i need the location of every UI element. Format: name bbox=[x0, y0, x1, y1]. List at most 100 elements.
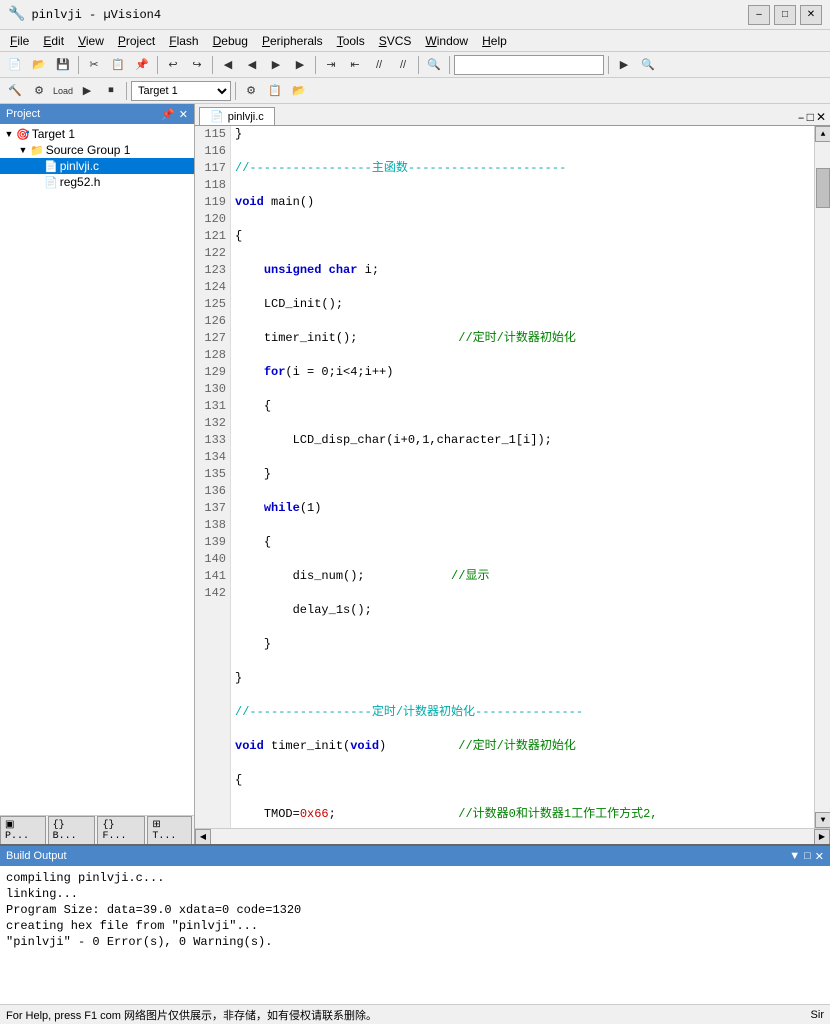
editor-tab-controls: – □ ✕ bbox=[798, 110, 826, 125]
redo-button[interactable]: ↪ bbox=[186, 54, 208, 76]
tree-item-reg52-h[interactable]: 📄 reg52.h bbox=[0, 174, 194, 190]
sep6 bbox=[449, 56, 450, 74]
open-target-btn[interactable]: 📂 bbox=[288, 80, 310, 102]
nav3-button[interactable]: ▶ bbox=[265, 54, 287, 76]
build-dock-icon[interactable]: □ bbox=[804, 850, 811, 863]
close-panel-icon[interactable]: ✕ bbox=[179, 108, 188, 121]
sep9 bbox=[235, 82, 236, 100]
build2-btn[interactable]: ⚙ bbox=[28, 80, 50, 102]
forward-button[interactable]: ◀ bbox=[241, 54, 263, 76]
project-panel-title: Project bbox=[6, 108, 40, 120]
build-output-header: Build Output ▼ □ ✕ bbox=[0, 846, 830, 866]
editor-tabs: 📄 pinlvji.c – □ ✕ bbox=[195, 104, 830, 126]
pin-icon[interactable]: 📌 bbox=[161, 108, 175, 121]
menu-project[interactable]: Project bbox=[112, 32, 161, 50]
editor-hscrollbar[interactable]: ◀ ▶ bbox=[195, 828, 830, 844]
tree-item-pinlvji-c[interactable]: 📄 pinlvji.c bbox=[0, 158, 194, 174]
scroll-down-button[interactable]: ▼ bbox=[815, 812, 830, 828]
build-line-3: Program Size: data=39.0 xdata=0 code=132… bbox=[6, 902, 824, 918]
menu-debug[interactable]: Debug bbox=[207, 32, 254, 50]
load-btn[interactable]: Load bbox=[52, 80, 74, 102]
minimize-button[interactable]: – bbox=[748, 5, 770, 25]
tree-item-sourcegroup1[interactable]: ▼ 📁 Source Group 1 bbox=[0, 142, 194, 158]
code-editor[interactable]: 115 116 117 118 119 120 121 122 123 124 … bbox=[195, 126, 830, 828]
build-close-icon[interactable]: ✕ bbox=[815, 850, 824, 863]
target-options-btn[interactable]: ⚙ bbox=[240, 80, 262, 102]
menu-file[interactable]: File bbox=[4, 32, 35, 50]
file-c-icon: 📄 bbox=[44, 160, 58, 173]
target-icon: 🎯 bbox=[16, 128, 30, 141]
titlebar-left: 🔧 pinlvji - µVision4 bbox=[8, 6, 161, 23]
new-button[interactable]: 📄 bbox=[4, 54, 26, 76]
scroll-left-button[interactable]: ◀ bbox=[195, 829, 211, 845]
code-content[interactable]: } //-----------------主函数----------------… bbox=[231, 126, 814, 828]
main-layout: Project 📌 ✕ ▼ 🎯 Target 1 ▼ 📁 Source Grou… bbox=[0, 104, 830, 844]
menu-flash[interactable]: Flash bbox=[163, 32, 204, 50]
menu-view[interactable]: View bbox=[72, 32, 110, 50]
tab-project[interactable]: ▣ P... bbox=[0, 816, 46, 844]
close-button[interactable]: ✕ bbox=[800, 5, 822, 25]
sep4 bbox=[315, 56, 316, 74]
tree-item-target1[interactable]: ▼ 🎯 Target 1 bbox=[0, 126, 194, 142]
build-btn[interactable]: 🔨 bbox=[4, 80, 26, 102]
build-output-controls: ▼ □ ✕ bbox=[789, 850, 824, 863]
find-button[interactable]: 🔍 bbox=[423, 54, 445, 76]
menu-edit[interactable]: Edit bbox=[37, 32, 70, 50]
sep1 bbox=[78, 56, 79, 74]
build-output-title: Build Output bbox=[6, 850, 67, 862]
copy-button[interactable]: 📋 bbox=[107, 54, 129, 76]
uncomment-button[interactable]: // bbox=[392, 54, 414, 76]
undo-button[interactable]: ↩ bbox=[162, 54, 184, 76]
tab-restore-icon[interactable]: □ bbox=[807, 111, 814, 125]
expand-target1[interactable]: ▼ bbox=[2, 129, 16, 139]
project-bottom-tabs: ▣ P... {} B... {} F... ⊞ T... bbox=[0, 815, 194, 844]
open-button[interactable]: 📂 bbox=[28, 54, 50, 76]
indent-button[interactable]: ⇥ bbox=[320, 54, 342, 76]
tab-minimize-icon[interactable]: – bbox=[798, 111, 805, 125]
menu-peripherals[interactable]: Peripherals bbox=[256, 32, 329, 50]
menu-window[interactable]: Window bbox=[419, 32, 474, 50]
cut-button[interactable]: ✂ bbox=[83, 54, 105, 76]
menu-tools[interactable]: Tools bbox=[331, 32, 371, 50]
tab-close-icon[interactable]: ✕ bbox=[816, 110, 826, 125]
expand-srcgroup1[interactable]: ▼ bbox=[16, 145, 30, 155]
menu-help[interactable]: Help bbox=[476, 32, 513, 50]
back-button[interactable]: ◀ bbox=[217, 54, 239, 76]
build-output-panel: Build Output ▼ □ ✕ compiling pinlvji.c..… bbox=[0, 844, 830, 1004]
project-panel: Project 📌 ✕ ▼ 🎯 Target 1 ▼ 📁 Source Grou… bbox=[0, 104, 195, 844]
build-line-5: "pinlvji" - 0 Error(s), 0 Warning(s). bbox=[6, 934, 824, 950]
tab-templates[interactable]: ⊞ T... bbox=[147, 816, 192, 844]
scroll-track bbox=[815, 142, 830, 812]
project-tree: ▼ 🎯 Target 1 ▼ 📁 Source Group 1 📄 pinlvj… bbox=[0, 124, 194, 815]
comment-button[interactable]: // bbox=[368, 54, 390, 76]
tab-functions[interactable]: {} F... bbox=[97, 816, 145, 844]
sep7 bbox=[608, 56, 609, 74]
outdent-button[interactable]: ⇤ bbox=[344, 54, 366, 76]
sep3 bbox=[212, 56, 213, 74]
build-pin-icon[interactable]: ▼ bbox=[789, 850, 800, 863]
build-line-1: compiling pinlvji.c... bbox=[6, 870, 824, 886]
tab-books[interactable]: {} B... bbox=[48, 816, 96, 844]
maximize-button[interactable]: □ bbox=[774, 5, 796, 25]
run-btn[interactable]: ▶ bbox=[76, 80, 98, 102]
paste-button[interactable]: 📌 bbox=[131, 54, 153, 76]
scroll-right-button[interactable]: ▶ bbox=[814, 829, 830, 845]
folder-icon: 📁 bbox=[30, 144, 44, 157]
nav4-button[interactable]: ▶ bbox=[289, 54, 311, 76]
sep5 bbox=[418, 56, 419, 74]
search-all-button[interactable]: 🔍 bbox=[637, 54, 659, 76]
editor-vscrollbar[interactable]: ▲ ▼ bbox=[814, 126, 830, 828]
editor-area: 📄 pinlvji.c – □ ✕ 115 116 117 118 119 12… bbox=[195, 104, 830, 844]
app-icon: 🔧 bbox=[8, 6, 25, 23]
search-input[interactable] bbox=[454, 55, 604, 75]
manage-btn[interactable]: 📋 bbox=[264, 80, 286, 102]
titlebar: 🔧 pinlvji - µVision4 – □ ✕ bbox=[0, 0, 830, 30]
scroll-thumb[interactable] bbox=[816, 168, 830, 208]
search-go-button[interactable]: ▶ bbox=[613, 54, 635, 76]
save-button[interactable]: 💾 bbox=[52, 54, 74, 76]
scroll-up-button[interactable]: ▲ bbox=[815, 126, 830, 142]
menu-svcs[interactable]: SVCS bbox=[373, 32, 418, 50]
editor-tab-pinlvji[interactable]: 📄 pinlvji.c bbox=[199, 107, 275, 125]
stop-btn[interactable]: ⏹ bbox=[100, 80, 122, 102]
target-select[interactable]: Target 1 bbox=[131, 81, 231, 101]
